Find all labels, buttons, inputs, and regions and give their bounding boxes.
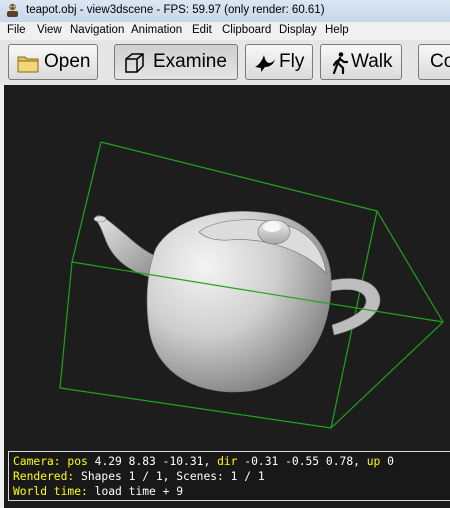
partial-toolbar-button[interactable]: Co — [418, 44, 450, 80]
menu-help[interactable]: Help — [325, 24, 349, 36]
open-label: Open — [44, 51, 91, 72]
menu-view[interactable]: View — [37, 24, 62, 36]
fly-label: Fly — [279, 51, 305, 72]
menu-animation[interactable]: Animation — [131, 24, 182, 36]
fly-button[interactable]: Fly — [245, 44, 313, 80]
menu-edit[interactable]: Edit — [192, 24, 212, 36]
folder-icon — [17, 56, 39, 73]
pos-label: pos — [67, 455, 88, 468]
dir-value: -0.31 -0.55 0.78, — [244, 455, 360, 468]
menu-file[interactable]: File — [7, 24, 26, 36]
cube-icon — [125, 53, 144, 73]
menu-bar: File View Navigation Animation Edit Clip… — [0, 22, 450, 41]
walking-person-icon — [332, 52, 349, 75]
status-overlay: Camera: pos 4.29 8.83 -10.31, dir -0.31 … — [8, 451, 450, 501]
open-button[interactable]: Open — [8, 44, 98, 80]
partial-button-label: Co — [430, 51, 450, 72]
rendered-value: Shapes 1 / 1, Scenes: 1 / 1 — [81, 470, 265, 483]
window-title: teapot.obj - view3dscene - FPS: 59.97 (o… — [26, 4, 325, 16]
camera-label: Camera: — [13, 455, 61, 468]
title-bar: teapot.obj - view3dscene - FPS: 59.97 (o… — [0, 0, 450, 23]
walk-button[interactable]: Walk — [320, 44, 402, 80]
toolbar: Open Examine Fly Walk Co — [0, 40, 450, 85]
3d-viewport[interactable] — [4, 85, 450, 508]
camera-line: Camera: pos 4.29 8.83 -10.31, dir -0.31 … — [13, 454, 450, 469]
bird-icon — [255, 55, 275, 72]
menu-display[interactable]: Display — [279, 24, 317, 36]
menu-clipboard[interactable]: Clipboard — [222, 24, 271, 36]
world-time-value: load time + 9 — [94, 485, 184, 498]
app-icon — [7, 3, 18, 17]
scene-canvas — [59, 141, 444, 429]
up-value: 0 — [387, 455, 394, 468]
rendered-line: Rendered: Shapes 1 / 1, Scenes: 1 / 1 — [13, 469, 450, 484]
world-time-line: World time: load time + 9 — [13, 484, 450, 499]
teapot-model — [93, 211, 381, 393]
rendered-label: Rendered: — [13, 470, 75, 483]
menu-navigation[interactable]: Navigation — [70, 24, 124, 36]
examine-button[interactable]: Examine — [114, 44, 238, 80]
pos-value: 4.29 8.83 -10.31, — [94, 455, 211, 468]
up-label: up — [366, 455, 381, 468]
world-time-label: World time: — [13, 485, 88, 498]
examine-label: Examine — [153, 51, 227, 72]
walk-label: Walk — [351, 51, 393, 72]
dir-label: dir — [217, 455, 238, 468]
